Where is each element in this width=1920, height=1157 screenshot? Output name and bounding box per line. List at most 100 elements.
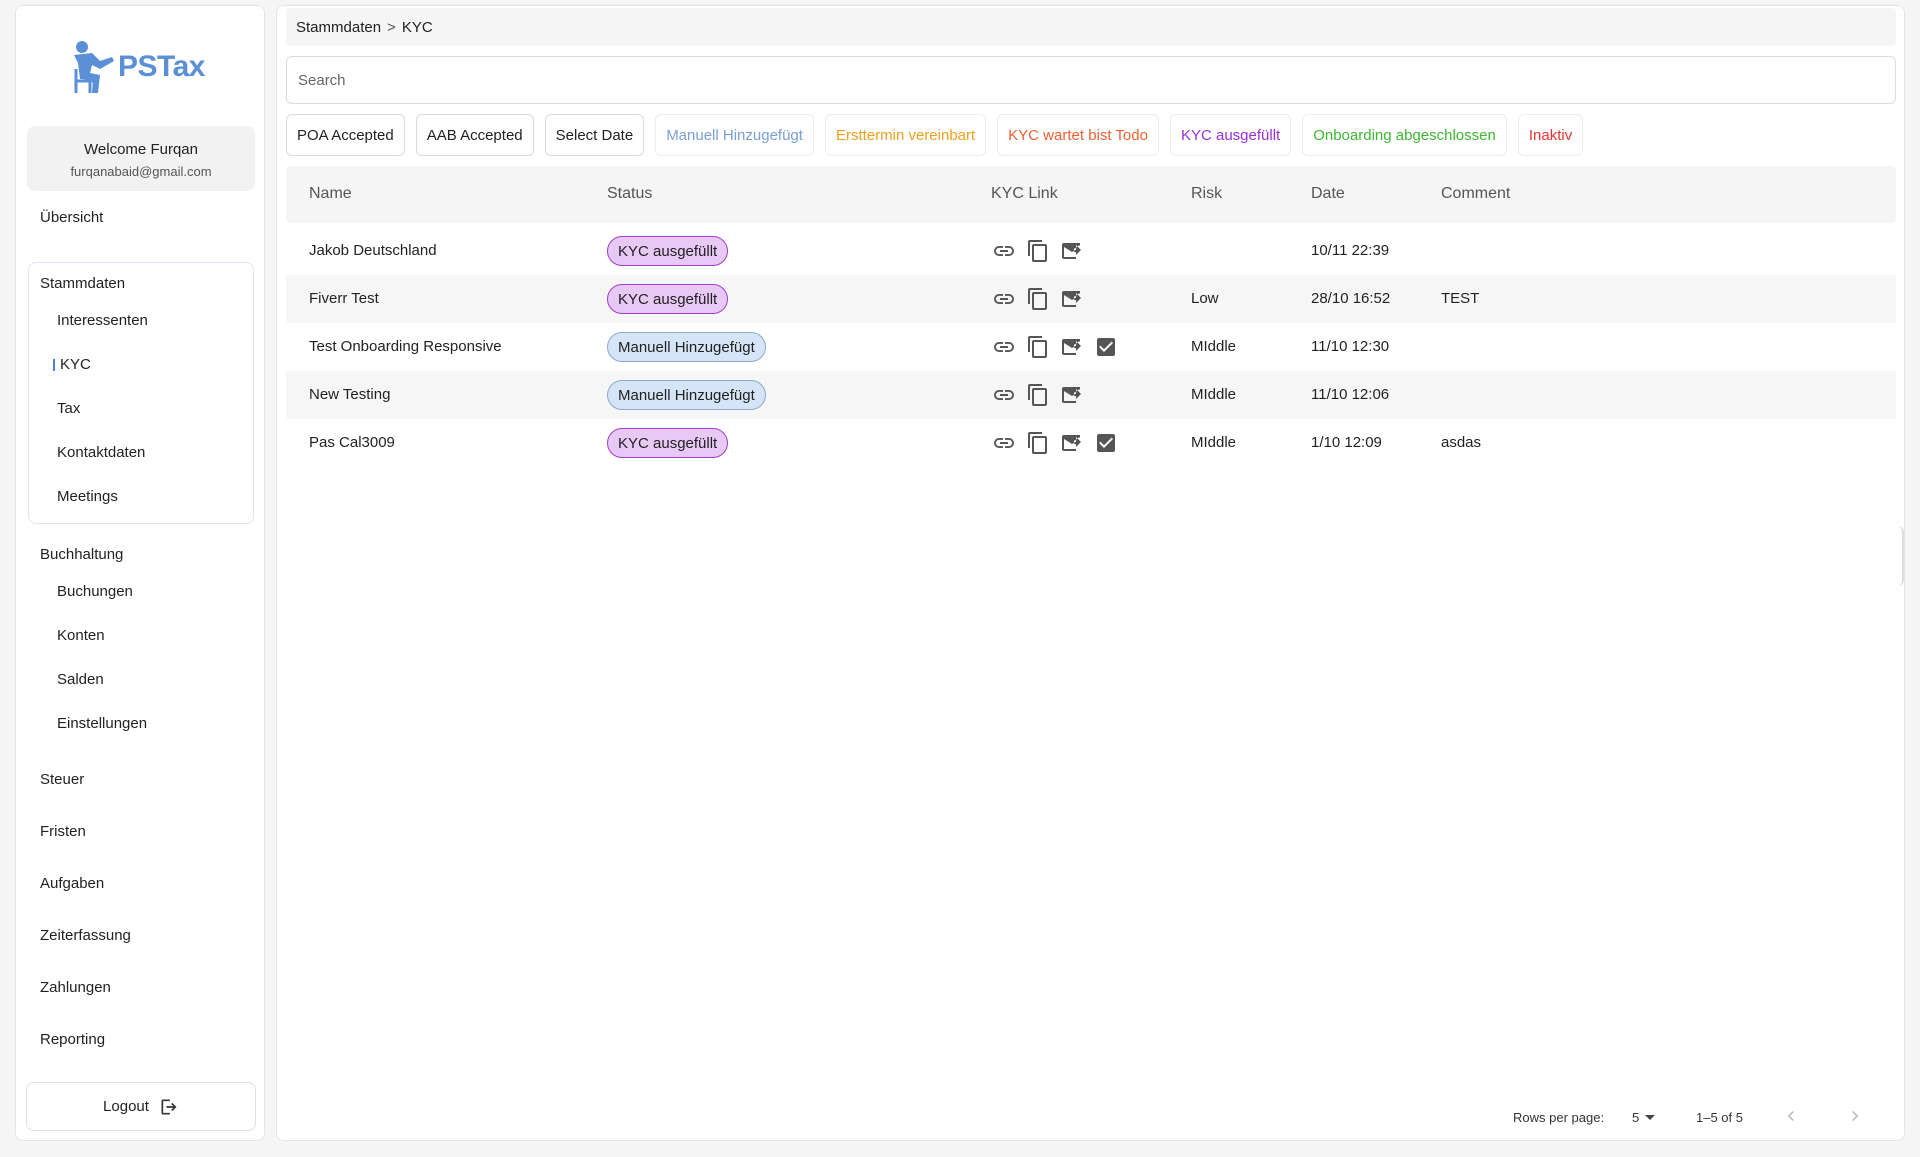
- nav-ubersicht[interactable]: Übersicht: [40, 209, 103, 226]
- column-name[interactable]: Name: [309, 185, 352, 203]
- logout-icon: [161, 1099, 177, 1114]
- filter-manuell-hinzugefugt[interactable]: Manuell Hinzugefügt: [655, 114, 814, 156]
- cell-name: New Testing: [309, 386, 391, 403]
- nav-steuer[interactable]: Steuer: [40, 771, 84, 788]
- next-page-button[interactable]: [1845, 1106, 1865, 1129]
- filter-onboarding-abgeschlossen[interactable]: Onboarding abgeschlossen: [1302, 114, 1507, 156]
- column-date[interactable]: Date: [1311, 185, 1345, 203]
- copy-icon[interactable]: [1025, 430, 1051, 456]
- welcome-text: Welcome Furqan: [84, 141, 198, 158]
- copy-icon[interactable]: [1025, 334, 1051, 360]
- kyc-link-actions: [991, 334, 1119, 360]
- link-icon[interactable]: [991, 382, 1017, 408]
- filter-aab-accepted[interactable]: AAB Accepted: [415, 114, 534, 156]
- nav-item-kontaktdaten[interactable]: Kontaktdaten: [57, 444, 145, 461]
- nav-item-interessenten[interactable]: Interessenten: [57, 312, 148, 329]
- link-icon[interactable]: [991, 286, 1017, 312]
- breadcrumb-separator-icon: >: [387, 18, 396, 36]
- filter-bar: POA Accepted AAB Accepted Select Date Ma…: [286, 114, 1584, 156]
- kyc-link-actions: [991, 430, 1119, 456]
- filter-inaktiv[interactable]: Inaktiv: [1517, 114, 1584, 156]
- send-email-icon[interactable]: [1059, 334, 1085, 360]
- nav-fristen[interactable]: Fristen: [40, 823, 86, 840]
- rows-per-page-select[interactable]: 5: [1632, 1110, 1656, 1125]
- nav-item-konten[interactable]: Konten: [57, 627, 105, 644]
- copy-icon[interactable]: [1025, 286, 1051, 312]
- sidebar: PSTax Welcome Furqan furqanabaid@gmail.c…: [15, 5, 265, 1141]
- user-card: Welcome Furqan furqanabaid@gmail.com: [27, 126, 255, 191]
- filter-select-date[interactable]: Select Date: [544, 114, 645, 156]
- cell-risk: MIddle: [1191, 386, 1237, 403]
- send-email-icon[interactable]: [1059, 286, 1085, 312]
- cell-risk: Low: [1191, 290, 1219, 307]
- table-row[interactable]: New Testing Manuell Hinzugefügt MIddle 1…: [286, 371, 1896, 419]
- cell-date: 11/10 12:06: [1311, 386, 1390, 403]
- filter-kyc-ausgefullt[interactable]: KYC ausgefüllt: [1169, 114, 1292, 156]
- prev-page-button[interactable]: [1781, 1106, 1801, 1129]
- kyc-link-actions: [991, 286, 1085, 312]
- nav-aufgaben[interactable]: Aufgaben: [40, 875, 104, 892]
- cell-comment: asdas: [1441, 434, 1482, 451]
- column-status[interactable]: Status: [607, 185, 652, 203]
- column-risk[interactable]: Risk: [1191, 185, 1222, 203]
- copy-icon[interactable]: [1025, 382, 1051, 408]
- breadcrumb-parent[interactable]: Stammdaten: [296, 19, 381, 36]
- column-kyc-link[interactable]: KYC Link: [991, 185, 1058, 203]
- nav-reporting[interactable]: Reporting: [40, 1031, 105, 1048]
- dropdown-arrow-icon: [1645, 1115, 1656, 1120]
- status-badge: KYC ausgefüllt: [607, 428, 729, 458]
- link-icon[interactable]: [991, 334, 1017, 360]
- pagination-range: 1–5 of 5: [1696, 1110, 1743, 1125]
- checkbox-checked-icon[interactable]: [1093, 430, 1119, 456]
- filter-kyc-wartet[interactable]: KYC wartet bist Todo: [997, 114, 1159, 156]
- link-icon[interactable]: [991, 430, 1017, 456]
- search-input[interactable]: [298, 71, 1895, 89]
- cell-risk: MIddle: [1191, 338, 1237, 355]
- link-icon[interactable]: [991, 238, 1017, 264]
- pagination: Rows per page: 5 1–5 of 5: [277, 1106, 1906, 1130]
- cell-risk: MIddle: [1191, 434, 1237, 451]
- nav-item-buchungen[interactable]: Buchungen: [57, 583, 133, 600]
- copy-icon[interactable]: [1025, 238, 1051, 264]
- logo[interactable]: PSTax: [70, 36, 220, 98]
- cell-name: Pas Cal3009: [309, 434, 395, 451]
- panel-edge-handle: [1898, 526, 1904, 586]
- nav-item-salden[interactable]: Salden: [57, 671, 104, 688]
- cell-name: Fiverr Test: [309, 290, 379, 307]
- cell-date: 10/11 22:39: [1311, 242, 1390, 259]
- table-row[interactable]: Jakob Deutschland KYC ausgefüllt 10/11 2…: [286, 227, 1896, 275]
- logo-text: PSTax: [118, 50, 206, 83]
- breadcrumb: Stammdaten > KYC: [286, 8, 1896, 46]
- filter-poa-accepted[interactable]: POA Accepted: [286, 114, 405, 156]
- nav-item-meetings[interactable]: Meetings: [57, 488, 118, 505]
- table-row[interactable]: Pas Cal3009 KYC ausgefüllt MIddle 1/10 1…: [286, 419, 1896, 467]
- send-email-icon[interactable]: [1059, 430, 1085, 456]
- nav-buchhaltung[interactable]: Buchhaltung: [40, 546, 123, 563]
- status-badge: Manuell Hinzugefügt: [607, 332, 766, 362]
- nav-stammdaten[interactable]: Stammdaten: [40, 275, 125, 292]
- nav-item-tax[interactable]: Tax: [57, 400, 80, 417]
- send-email-icon[interactable]: [1059, 382, 1085, 408]
- send-email-icon[interactable]: [1059, 238, 1085, 264]
- search-box[interactable]: [286, 56, 1896, 104]
- nav-item-einstellungen[interactable]: Einstellungen: [57, 715, 147, 732]
- table-row[interactable]: Test Onboarding Responsive Manuell Hinzu…: [286, 323, 1896, 371]
- filter-ersttermin-vereinbart[interactable]: Ersttermin vereinbart: [824, 114, 987, 156]
- status-badge: Manuell Hinzugefügt: [607, 380, 766, 410]
- checkbox-checked-icon[interactable]: [1093, 334, 1119, 360]
- cell-date: 11/10 12:30: [1311, 338, 1390, 355]
- nav-zeiterfassung[interactable]: Zeiterfassung: [40, 927, 131, 944]
- nav-zahlungen[interactable]: Zahlungen: [40, 979, 111, 996]
- kyc-link-actions: [991, 238, 1085, 264]
- rows-per-page-label: Rows per page:: [1513, 1110, 1605, 1125]
- column-comment[interactable]: Comment: [1441, 185, 1510, 203]
- chevron-left-icon: [1787, 1111, 1794, 1121]
- status-badge: KYC ausgefüllt: [607, 284, 729, 314]
- nav-item-kyc[interactable]: KYC: [53, 356, 91, 373]
- logout-button[interactable]: Logout: [26, 1082, 256, 1131]
- cell-name: Test Onboarding Responsive: [309, 338, 502, 355]
- table-row[interactable]: Fiverr Test KYC ausgefüllt Low 28/10 16:…: [286, 275, 1896, 323]
- user-email: furqanabaid@gmail.com: [70, 164, 212, 179]
- logout-label: Logout: [103, 1098, 149, 1115]
- kyc-link-actions: [991, 382, 1085, 408]
